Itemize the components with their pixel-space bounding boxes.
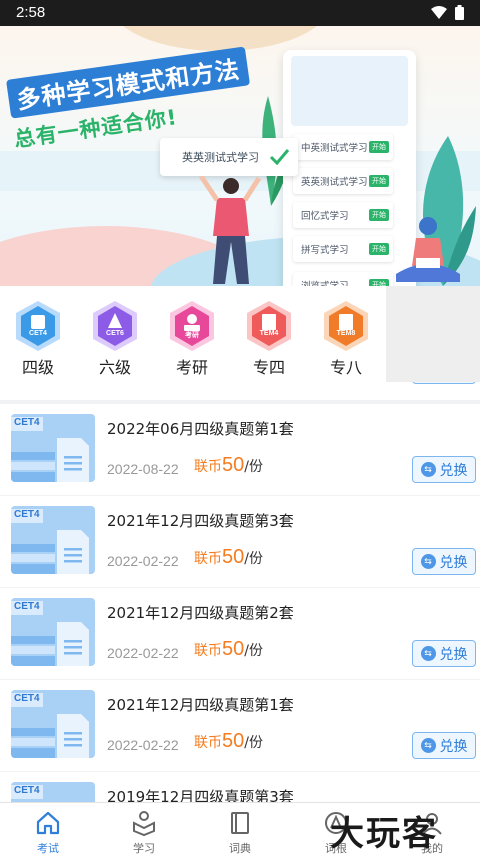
category-label: 四级 [21,358,54,377]
list-item[interactable]: CET4 2021年12月四级真题第2套 2022-02-22 联币50/份 ⇆… [0,588,480,679]
exam-thumbnail: CET4 [11,690,95,758]
exam-price: 联币50/份 [194,730,263,752]
nav-study[interactable]: 学习 [96,803,192,854]
redeem-button[interactable]: ⇆ 兑换 [412,548,476,575]
phone-mode-item: 拼写式学习 开始 [293,236,393,262]
status-time: 2:58 [16,4,46,21]
exam-title: 2021年12月四级真题第2套 [107,604,294,622]
book-stack-icon [11,438,89,482]
status-icons [431,5,464,20]
category-cet6[interactable]: CET6 六级 [85,286,145,382]
nav-dictionary[interactable]: 词典 [192,803,288,854]
tem8-badge-icon [324,301,368,351]
exam-date: 2022-02-22 [107,737,179,753]
category-label: 专四 [252,358,285,377]
exam-thumbnail: CET4 [11,598,95,666]
category-tem8[interactable]: TEM8 专八 [316,286,376,382]
exam-thumbnail: CET4 [11,782,95,802]
list-item-partial [0,382,480,400]
exchange-icon: ⇆ [420,554,436,569]
banner-sun [110,26,330,51]
exchange-icon: ⇆ [420,462,436,477]
exam-thumbnail: CET4 [11,506,95,574]
list-item[interactable]: CET4 2021年12月四级真题第1套 2022-02-22 联币50/份 ⇆… [0,680,480,771]
book-stack-icon [11,622,89,666]
exchange-icon: ⇆ [420,738,436,753]
nav-exam[interactable]: 考试 [0,803,96,854]
phone-mode-item: 浏览式学习开始 [293,272,393,286]
phone-screen [291,56,408,126]
wifi-icon [431,5,447,19]
exam-price: 联币50/份 [194,454,263,476]
exchange-icon: ⇆ [420,646,436,661]
exam-title: 2021年12月四级真题第3套 [107,512,294,530]
category-tem4[interactable]: TEM4 专四 [239,286,299,382]
cet6-badge-icon [93,301,137,351]
list-item[interactable]: CET4 2022年06月四级真题第1套 2022-08-22 联币50/份 ⇆… [0,404,480,495]
category-label: 六级 [98,358,131,377]
category-cet4[interactable]: CET4 四级 [8,286,68,382]
home-icon [36,811,60,835]
category-row-filler [386,286,480,382]
exam-date: 2022-02-22 [107,553,179,569]
category-row: CET4 四级 CET6 六级 考研 考研 TEM4 专四 TEM8 专八 [0,286,386,382]
exam-list[interactable]: CET4 2022年06月四级真题第1套 2022-08-22 联币50/份 ⇆… [0,382,480,802]
kaoyan-badge-icon [170,301,214,351]
redeem-button-partial [412,382,476,384]
phone-mode-item: 中英测试式学习 开始 [293,134,393,160]
tem4-badge-icon [247,301,291,351]
battery-icon [455,5,464,20]
exam-price: 联币50/份 [194,638,263,660]
status-bar: 2:58 [0,0,480,26]
study-icon [133,811,155,837]
exam-date: 2022-08-22 [107,461,179,477]
exam-price: 联币50/份 [194,546,263,568]
category-kaoyan[interactable]: 考研 考研 [162,286,222,382]
category-label: 专八 [329,358,362,377]
phone-mode-item: 英英测试式学习 开始 [293,168,393,194]
exam-date: 2022-02-22 [107,645,179,661]
redeem-button[interactable]: ⇆ 兑换 [412,456,476,483]
redeem-button[interactable]: ⇆ 兑换 [412,640,476,667]
person-cheering-icon [198,176,262,284]
category-label: 考研 [175,358,208,377]
list-item[interactable]: CET4 2019年12月四级真题第3套 [0,772,480,802]
exam-thumbnail: CET4 [11,414,95,482]
book-stack-icon [11,714,89,758]
list-item[interactable]: CET4 2021年12月四级真题第3套 2022-02-22 联币50/份 ⇆… [0,496,480,587]
exam-title: 2021年12月四级真题第1套 [107,696,294,714]
check-icon [269,149,290,166]
banner-quiz-card: 英英测试式学习 [160,138,298,176]
person-reading-icon [396,217,460,282]
watermark-logo: 大玩客 [330,814,438,854]
dictionary-icon [231,812,249,834]
cet4-badge-icon [16,301,60,351]
exam-title: 2022年06月四级真题第1套 [107,420,294,438]
exam-title: 2019年12月四级真题第3套 [107,788,294,802]
phone-mode-item: 回忆式学习 开始 [293,202,393,228]
book-stack-icon [11,530,89,574]
promo-banner[interactable]: 多种学习模式和方法 总有一种适合你! 中英测试式学习 开始 英英测试式学习 开始 回… [0,26,480,286]
redeem-button[interactable]: ⇆ 兑换 [412,732,476,759]
